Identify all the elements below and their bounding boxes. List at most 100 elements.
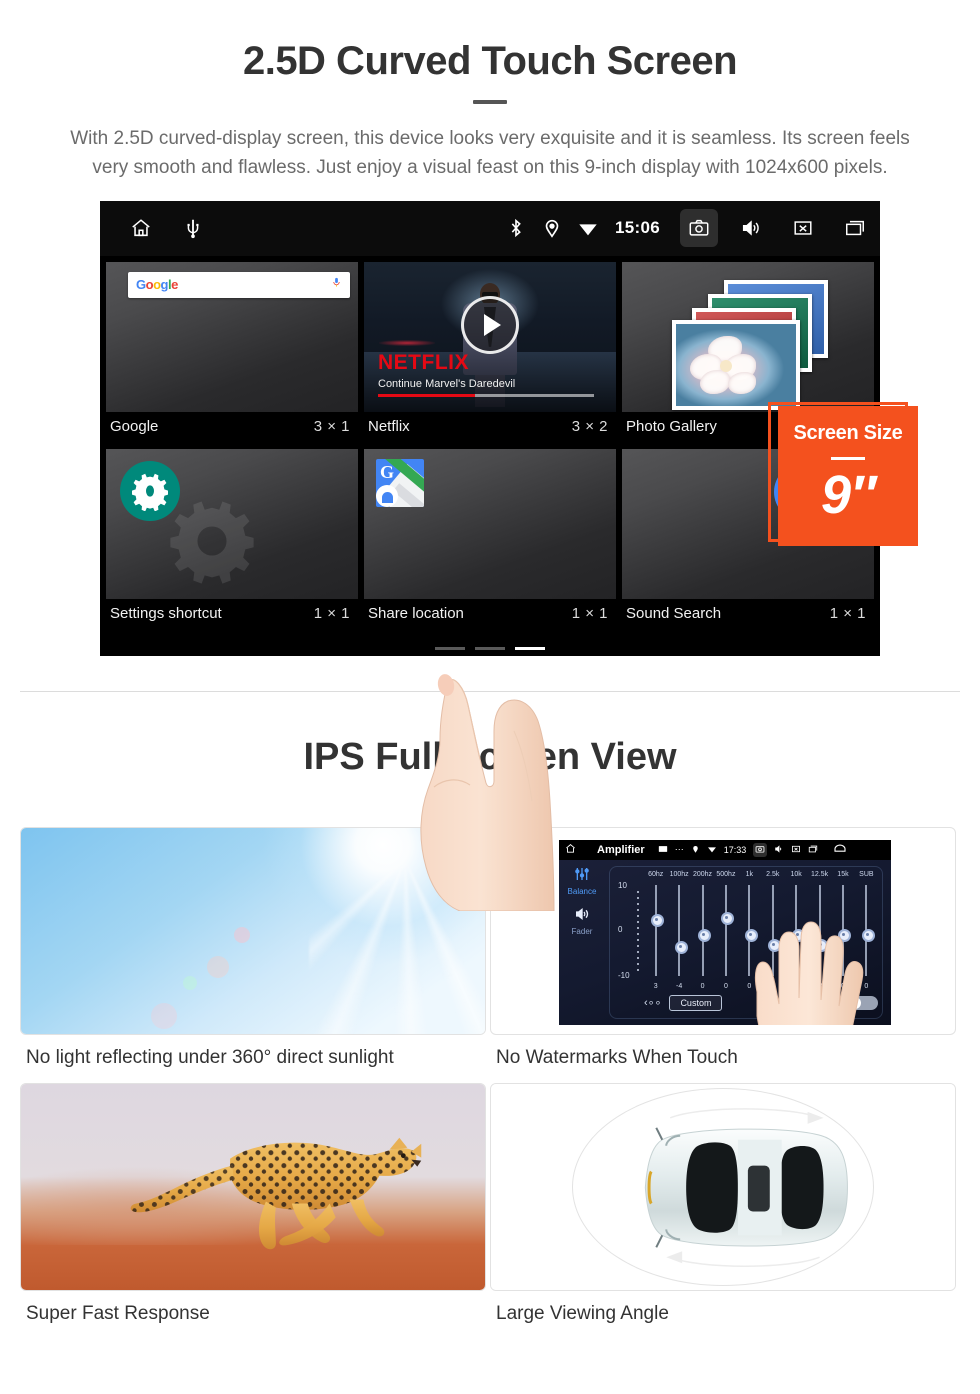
card-image-frame: Amplifier ⋯ 17:33 Balance Fader 60hz 100… (490, 826, 956, 1035)
card-caption: Super Fast Response (26, 1302, 210, 1324)
widget-label: Sound Search (626, 604, 722, 622)
balance-icon[interactable] (559, 866, 605, 887)
google-search-bar[interactable]: Google (128, 271, 350, 298)
page-dot[interactable] (475, 646, 505, 650)
widget-label: Settings shortcut (110, 604, 222, 622)
wifi-icon (707, 844, 717, 856)
scale-label: 0 (618, 924, 623, 934)
feature-card-fast-response: Super Fast Response (20, 1082, 490, 1339)
android-widget-picker: 15:06 Google Google 3 × 1 NETFLIX Contin… (100, 200, 880, 656)
status-time: 15:06 (615, 218, 660, 238)
band-value: 0 (700, 982, 705, 990)
home-icon[interactable] (565, 843, 576, 856)
settings-gear-icon (120, 460, 180, 521)
tab-fader[interactable]: Fader (559, 927, 605, 936)
scale-label: -10 (618, 970, 630, 980)
running-cheetah-photo (21, 1083, 485, 1290)
widget-size: 3 × 1 (313, 417, 350, 435)
netflix-subtitle: Continue Marvel's Daredevil (378, 377, 516, 390)
camera-icon[interactable] (680, 209, 718, 248)
volume-icon[interactable] (732, 209, 770, 247)
wifi-icon (577, 217, 599, 239)
band-value: 3 (653, 982, 658, 990)
band-label: 10k (790, 870, 802, 878)
card-caption: No light reflecting under 360° direct su… (26, 1046, 394, 1068)
fader-icon[interactable] (559, 906, 605, 927)
eq-slider-100hz[interactable] (667, 884, 690, 976)
status-time: 17:33 (723, 844, 747, 855)
lens-flare (150, 1002, 177, 1029)
netflix-widget: NETFLIX Continue Marvel's Daredevil (364, 261, 616, 412)
widget-label: Netflix (368, 417, 410, 435)
band-label: SUB (859, 870, 874, 878)
car-figure (644, 1108, 848, 1267)
maps-share-location-widget: G (364, 448, 616, 599)
cheetah-figure (130, 1137, 422, 1250)
preset-button[interactable]: Custom (669, 994, 723, 1011)
widget-row: Settings shortcut 1 × 1 G Share location… (100, 443, 880, 630)
db-scale: 10 0 -10 (618, 881, 644, 980)
close-icon[interactable] (791, 844, 801, 856)
amplifier-equalizer-screenshot: Amplifier ⋯ 17:33 Balance Fader 60hz 100… (559, 839, 891, 1025)
netflix-brand: NETFLIX (378, 350, 469, 374)
close-icon[interactable] (784, 209, 822, 247)
page-dot-active[interactable] (515, 646, 545, 650)
eq-slider-200hz[interactable] (691, 884, 714, 976)
progress-bar (378, 393, 594, 397)
band-label: 2.5k (766, 870, 780, 878)
google-logo: Google (136, 277, 178, 293)
feature-card-grid: No light reflecting under 360° direct su… (20, 826, 960, 1339)
camera-icon[interactable] (753, 842, 768, 857)
play-button[interactable] (461, 295, 519, 354)
home-icon[interactable] (130, 217, 152, 239)
google-maps-icon: G (376, 458, 424, 507)
band-value: -4 (675, 982, 683, 990)
widget-grid: Google Google 3 × 1 NETFLIX Continue Mar… (100, 256, 880, 630)
amplifier-title: Amplifier (597, 843, 645, 856)
feature-card-sunlight: No light reflecting under 360° direct su… (20, 826, 490, 1083)
widget-size: 1 × 1 (829, 604, 866, 622)
page-dot[interactable] (435, 646, 465, 650)
widget-item-share-location[interactable]: G Share location 1 × 1 (364, 448, 616, 630)
widget-label: Photo Gallery (626, 417, 717, 435)
eq-slider-60hz[interactable] (644, 884, 667, 976)
page-indicator[interactable] (100, 646, 880, 650)
back-icon[interactable] (833, 844, 847, 856)
badge-underline (831, 456, 865, 460)
photo-gallery-widget (622, 261, 874, 412)
location-icon (541, 217, 563, 239)
sun-rays (308, 827, 485, 1034)
widget-size: 1 × 1 (313, 604, 350, 622)
bluetooth-icon (505, 217, 527, 239)
widget-item-netflix[interactable]: NETFLIX Continue Marvel's Daredevil Netf… (364, 261, 616, 443)
flower-photo (672, 319, 800, 410)
usb-icon[interactable] (182, 217, 204, 239)
lens-flare (234, 926, 251, 943)
frequency-labels: 60hz 100hz 200hz 500hz 1k 2.5k 10k 12.5k… (644, 871, 878, 878)
widget-item-settings-shortcut[interactable]: Settings shortcut 1 × 1 (106, 448, 358, 630)
band-label: 60hz (648, 870, 664, 878)
location-icon (691, 844, 700, 856)
curved-touch-screen-section: 2.5D Curved Touch Screen With 2.5D curve… (0, 0, 980, 911)
equalizer-panel: Balance Fader 60hz 100hz 200hz 500hz 1k … (559, 859, 891, 1025)
badge-value: 9″ (821, 464, 876, 525)
recents-icon[interactable] (808, 844, 818, 856)
open-hand-illustration (754, 921, 864, 1025)
eq-slider-500hz[interactable] (714, 884, 737, 976)
band-value: 0 (723, 982, 728, 990)
band-label: 1k (745, 870, 754, 878)
recents-icon[interactable] (836, 209, 874, 247)
volume-icon[interactable] (774, 844, 784, 856)
widget-item-google[interactable]: Google Google 3 × 1 (106, 261, 358, 443)
prev-preset-icon[interactable]: ‹∘∘ (644, 996, 661, 1009)
widget-size: 3 × 2 (571, 417, 608, 435)
badge-title: Screen Size (793, 421, 903, 444)
android-status-bar: 15:06 (100, 200, 880, 256)
widget-label: Share location (368, 604, 464, 622)
lens-flare (183, 976, 198, 991)
section-title: IPS Full Screen View (303, 735, 677, 778)
microphone-icon[interactable] (331, 275, 342, 295)
tab-balance[interactable]: Balance (559, 887, 605, 896)
band-label: 12.5k (810, 870, 829, 878)
feature-card-viewing-angle: Large Viewing Angle (490, 1082, 960, 1339)
